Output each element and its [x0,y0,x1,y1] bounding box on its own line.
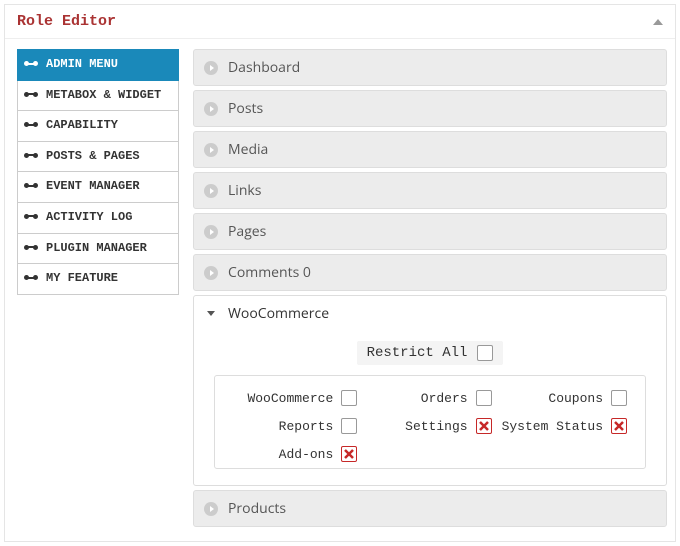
restrict-all-checkbox[interactable] [477,345,493,361]
restrict-all-row: Restrict All [214,341,646,365]
link-icon [24,212,38,222]
link-icon [24,273,38,283]
sidebar-item-capability[interactable]: CAPABILITY [17,111,179,142]
collapse-icon[interactable] [653,19,663,25]
sidebar-item-admin-menu[interactable]: ADMIN MENU [17,49,179,81]
panel-header: Role Editor [5,5,675,39]
options-box: WooCommerce Orders Coupons Reports Settings S… [214,375,646,469]
expand-icon [204,225,218,239]
option-system-status: System Status [502,418,627,434]
option-label: Orders [421,391,468,406]
accordion-section-woocommerce: WooCommerce Restrict All WooCommerce Orders… [193,295,667,486]
expand-icon [204,102,218,116]
restrict-all-pill: Restrict All [357,341,504,365]
link-icon [24,120,38,130]
option-reports: Reports [233,418,357,434]
sidebar-item-my-feature[interactable]: MY FEATURE [17,264,179,295]
expand-icon [204,184,218,198]
accordion-header[interactable]: WooCommerce [194,296,666,331]
option-coupons: Coupons [502,390,627,406]
sidebar-item-posts-pages[interactable]: POSTS & PAGES [17,142,179,173]
option-orders: Orders [367,390,491,406]
option-label: Coupons [548,391,603,406]
accordion-header[interactable]: Comments 0 [194,255,666,290]
sidebar-item-label: EVENT MANAGER [46,179,140,195]
option-settings: Settings [367,418,491,434]
accordion-section-links: Links [193,172,667,209]
accordion-label: Dashboard [228,58,300,77]
option-label: Settings [405,419,467,434]
option-checkbox[interactable] [476,418,492,434]
accordion-area: Dashboard Posts Media Links Pages Comments 0 W… [193,49,667,531]
link-icon [24,90,38,100]
accordion-label: WooCommerce [228,304,329,323]
accordion-header[interactable]: Links [194,173,666,208]
sidebar-item-label: PLUGIN MANAGER [46,241,147,257]
accordion-header[interactable]: Dashboard [194,50,666,85]
sidebar-item-metabox-widget[interactable]: METABOX & WIDGET [17,81,179,112]
sidebar-item-activity-log[interactable]: ACTIVITY LOG [17,203,179,234]
option-woocommerce: WooCommerce [233,390,357,406]
sidebar-item-label: POSTS & PAGES [46,149,140,165]
sidebar-item-label: ADMIN MENU [46,57,118,73]
link-icon [24,243,38,253]
panel-body: ADMIN MENU METABOX & WIDGET CAPABILITY POST… [5,39,675,541]
option-checkbox[interactable] [611,390,627,406]
accordion-label: Media [228,140,268,159]
sidebar-tabs: ADMIN MENU METABOX & WIDGET CAPABILITY POST… [17,49,179,531]
sidebar-item-plugin-manager[interactable]: PLUGIN MANAGER [17,234,179,265]
option-checkbox[interactable] [476,390,492,406]
accordion-label: Posts [228,99,263,118]
sidebar-item-label: ACTIVITY LOG [46,210,132,226]
expand-icon [204,266,218,280]
option-label: System Status [502,419,603,434]
panel-title: Role Editor [17,13,116,30]
option-label: WooCommerce [247,391,333,406]
expand-icon [204,143,218,157]
accordion-header[interactable]: Media [194,132,666,167]
options-grid: WooCommerce Orders Coupons Reports Settings S… [233,390,627,462]
accordion-section-pages: Pages [193,213,667,250]
link-icon [24,59,38,69]
option-checkbox[interactable] [341,390,357,406]
accordion-label: Links [228,181,261,200]
sidebar-item-label: CAPABILITY [46,118,118,134]
accordion-header[interactable]: Pages [194,214,666,249]
accordion-section-posts: Posts [193,90,667,127]
accordion-label: Comments 0 [228,263,311,282]
role-editor-panel: Role Editor ADMIN MENU METABOX & WIDGET CA… [4,4,676,542]
option-checkbox[interactable] [341,446,357,462]
accordion-body: Restrict All WooCommerce Orders Coupons Repo… [194,331,666,485]
accordion-section-media: Media [193,131,667,168]
link-icon [24,151,38,161]
accordion-label: Pages [228,222,266,241]
option-checkbox[interactable] [611,418,627,434]
sidebar-item-label: MY FEATURE [46,271,118,287]
chevron-down-icon [207,311,215,316]
option-label: Reports [279,419,334,434]
accordion-header[interactable]: Posts [194,91,666,126]
accordion-section-dashboard: Dashboard [193,49,667,86]
sidebar-item-label: METABOX & WIDGET [46,88,161,104]
link-icon [24,181,38,191]
option-add-ons: Add-ons [233,446,357,462]
option-label: Add-ons [279,447,334,462]
accordion-section-comments-0: Comments 0 [193,254,667,291]
sidebar-item-event-manager[interactable]: EVENT MANAGER [17,172,179,203]
expand-icon [204,61,218,75]
restrict-all-label: Restrict All [367,345,468,361]
option-checkbox[interactable] [341,418,357,434]
